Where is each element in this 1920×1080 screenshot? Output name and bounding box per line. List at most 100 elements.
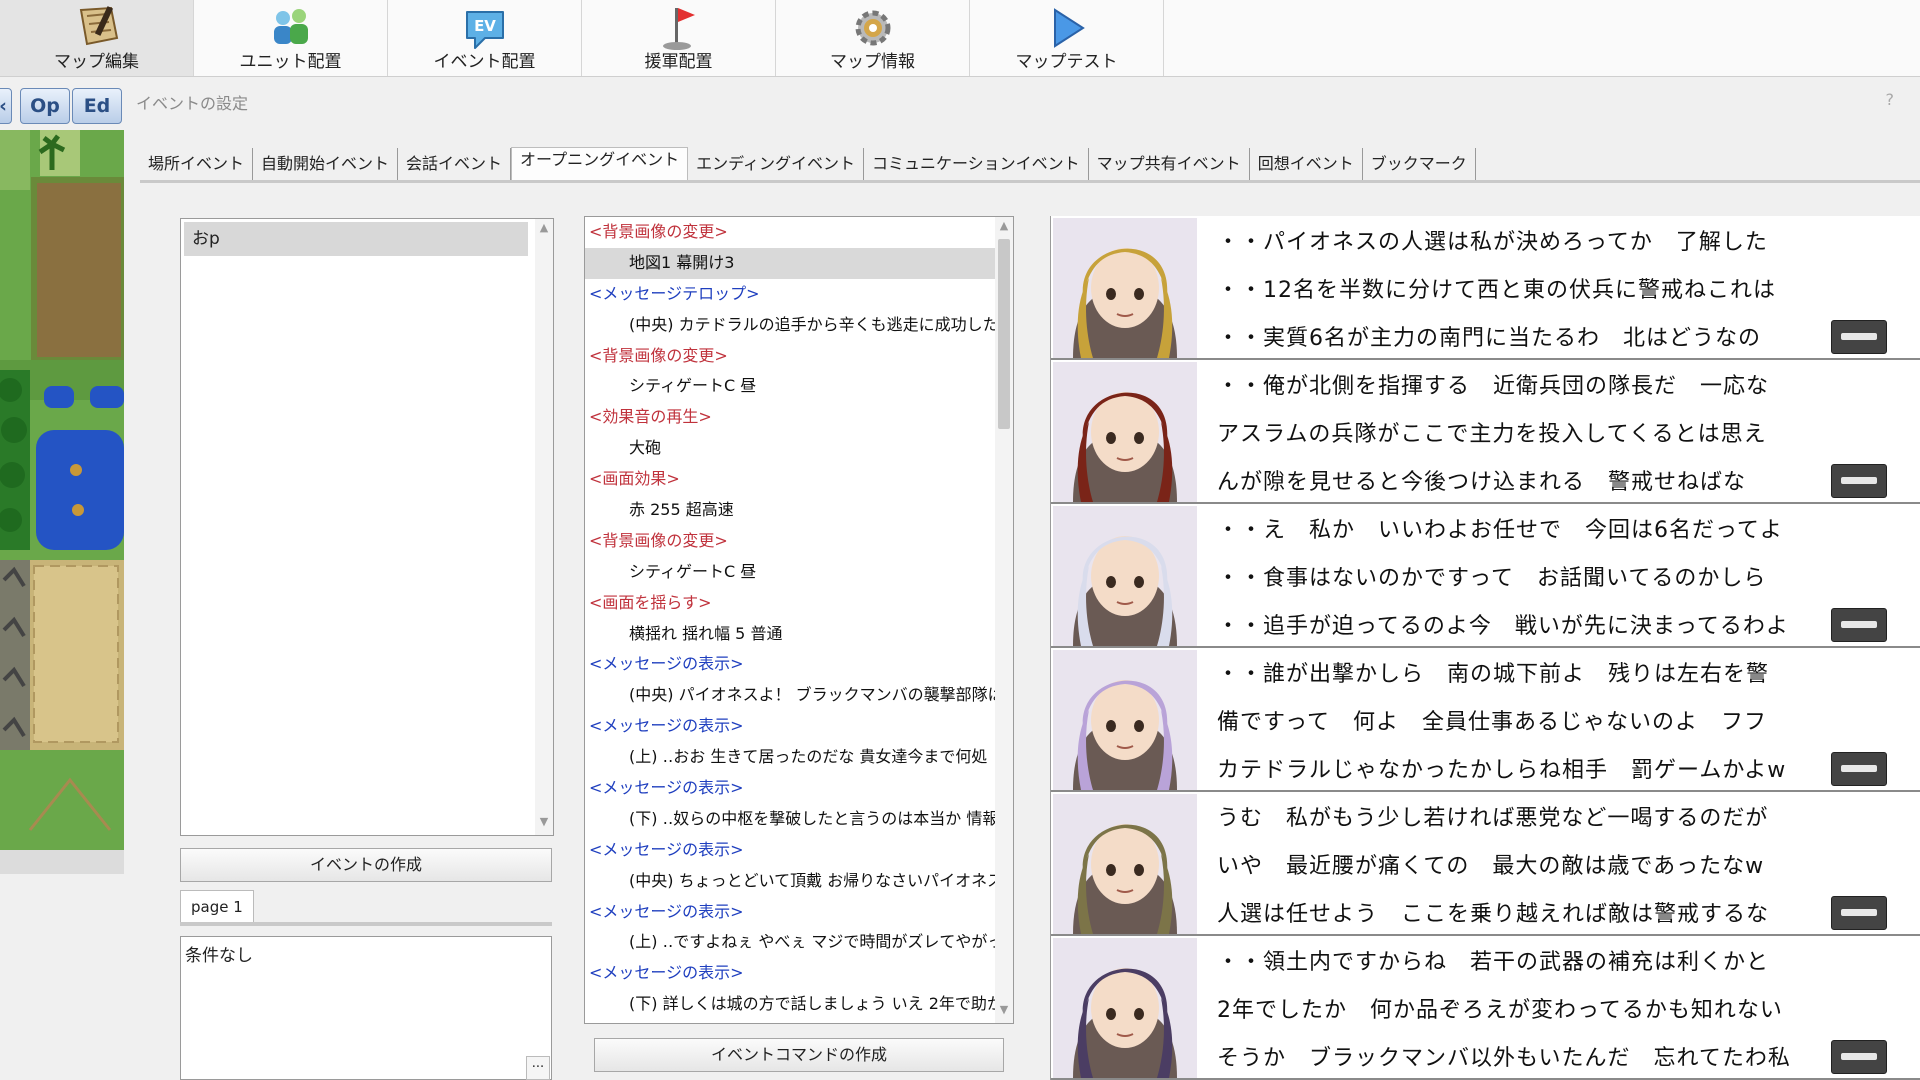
command-header-row[interactable]: <メッセージの表示> bbox=[585, 835, 995, 866]
top-toolbar: マップ編集 ユニット配置 EV イベント配置 援軍配置 マップ情報 マップテスト bbox=[0, 0, 1920, 77]
event-settings-panel: イベントの設定 ? 場所イベント 自動開始イベント 会話イベント オープニングイ… bbox=[124, 80, 1920, 1080]
message-line: ・・12名を半数に分けて西と東の伏兵に警戒ねこれは bbox=[1217, 278, 1776, 303]
command-detail-row[interactable]: (下) 詳しくは城の方で話しましょう いえ 2年で助かっ bbox=[585, 989, 995, 1020]
message-line: いや 最近腰が痛くての 最大の敵は歳であったなw bbox=[1217, 854, 1765, 879]
tab-opening-event[interactable]: オープニングイベント bbox=[511, 147, 689, 180]
message-line: ・・誰が出撃かしら 南の城下前よ 残りは左右を警 bbox=[1217, 662, 1770, 687]
tab-page-1[interactable]: page 1 bbox=[180, 890, 254, 923]
scroll-down-icon[interactable]: ▼ bbox=[535, 815, 553, 833]
gear-icon bbox=[855, 10, 890, 46]
message-line: うむ 私がもう少し若ければ悪党など一喝するのだが bbox=[1217, 806, 1769, 831]
command-header-row[interactable]: <効果音の再生> bbox=[585, 402, 995, 433]
message-line: ・・実質6名が主力の南門に当たるわ 北はどうなの bbox=[1217, 326, 1761, 351]
svg-text:EV: EV bbox=[474, 17, 496, 35]
toolbar-event-placement-button[interactable]: EV イベント配置 bbox=[388, 0, 582, 76]
tab-location-event[interactable]: 場所イベント bbox=[140, 148, 254, 180]
message-next-button[interactable] bbox=[1831, 608, 1887, 642]
message-next-button[interactable] bbox=[1831, 896, 1887, 930]
command-header-row[interactable]: <メッセージの表示> bbox=[585, 711, 995, 742]
tab-map-common-event[interactable]: マップ共有イベント bbox=[1089, 148, 1250, 180]
message-row[interactable]: ・・領土内ですからね 若干の武器の補充は利くかと 2年でしたか 何か品ぞろえが変わ… bbox=[1051, 936, 1920, 1080]
event-list-scrollbar[interactable]: ▲ ▼ bbox=[535, 219, 553, 835]
tab-talk-event[interactable]: 会話イベント bbox=[398, 148, 512, 180]
conditions-text: 条件なし bbox=[185, 946, 253, 966]
back-button[interactable]: ‹ bbox=[0, 88, 12, 124]
message-next-button[interactable] bbox=[1831, 752, 1887, 786]
command-detail-row[interactable]: 地図1 幕開け3 bbox=[585, 247, 995, 279]
event-list[interactable]: おp ▲ ▼ bbox=[180, 218, 554, 836]
toolbar-reinforcement-button[interactable]: 援軍配置 bbox=[582, 0, 776, 76]
toolbar-label: イベント配置 bbox=[433, 52, 536, 72]
map-scroll-icon bbox=[79, 6, 118, 46]
message-line: ・・パイオネスの人選は私が決めろってか 了解した bbox=[1217, 230, 1768, 255]
message-line: ・・え 私か いいわよお任せで 今回は6名だってよ bbox=[1217, 518, 1783, 543]
command-detail-row[interactable]: (中央) ちょっとどいて頂戴 お帰りなさいパイオネス 遅 bbox=[585, 866, 995, 897]
conditions-more-button[interactable]: ... bbox=[526, 1056, 550, 1080]
command-header-row[interactable]: <画面効果> bbox=[585, 464, 995, 495]
ending-ed-button[interactable]: Ed bbox=[72, 88, 122, 124]
tab-bookmark[interactable]: ブックマーク bbox=[1363, 148, 1476, 180]
command-header-row[interactable]: <メッセージの表示> bbox=[585, 649, 995, 680]
event-ev-icon: EV bbox=[465, 11, 504, 49]
tab-recollection-event[interactable]: 回想イベント bbox=[1250, 148, 1363, 180]
command-detail-row[interactable]: (上) ‥おお 生きて居ったのだな 貴女達今まで何処 bbox=[585, 742, 995, 773]
create-event-button[interactable]: イベントの作成 bbox=[180, 848, 552, 882]
command-header-row[interactable]: <メッセージの表示> bbox=[585, 958, 995, 989]
toolbar-map-test-button[interactable]: マップテスト bbox=[970, 0, 1164, 76]
message-row[interactable]: ・・パイオネスの人選は私が決めろってか 了解した ・・12名を半数に分けて西と東の… bbox=[1051, 216, 1920, 360]
scroll-down-icon[interactable]: ▼ bbox=[995, 1003, 1013, 1021]
event-list-item-selected[interactable]: おp bbox=[184, 222, 528, 256]
command-detail-row[interactable]: (下) ‥奴らの中枢を撃破したと言うのは本当か 情報 bbox=[585, 804, 995, 835]
command-detail-row[interactable]: シティゲートC 昼 bbox=[585, 557, 995, 588]
command-detail-row[interactable]: 大砲 bbox=[585, 433, 995, 464]
message-row[interactable]: ・・え 私か いいわよお任せで 今回は6名だってよ ・・食事はないのかですって お… bbox=[1051, 504, 1920, 648]
command-header-row[interactable]: <メッセージの表示> bbox=[585, 773, 995, 804]
command-header-row[interactable]: <背景画像の変更> bbox=[585, 341, 995, 372]
message-row[interactable]: ・・俺が北側を指揮する 近衛兵団の隊長だ 一応な アスラムの兵隊がここで主力を投入… bbox=[1051, 360, 1920, 504]
tab-ending-event[interactable]: エンディングイベント bbox=[688, 148, 864, 180]
tab-communication-event[interactable]: コミュニケーションイベント bbox=[864, 148, 1089, 180]
message-line: 備ですって 何よ 全員仕事あるじゃないのよ フフ bbox=[1217, 710, 1768, 735]
message-line: カテドラルじゃなかったかしらね相手 罰ゲームかよw bbox=[1217, 758, 1787, 783]
message-line: ・・追手が迫ってるのよ今 戦いが先に決まってるわよ bbox=[1217, 614, 1789, 639]
message-line: 人選は任せよう ここを乗り越えれば敵は警戒するな bbox=[1217, 902, 1770, 927]
command-list-scrollbar[interactable]: ▲ ▼ bbox=[995, 217, 1013, 1023]
command-header-row[interactable]: <画面を揺らす> bbox=[585, 588, 995, 619]
create-event-command-button[interactable]: イベントコマンドの作成 bbox=[594, 1038, 1004, 1072]
toolbar-unit-placement-button[interactable]: ユニット配置 bbox=[194, 0, 388, 76]
scroll-up-icon[interactable]: ▲ bbox=[995, 219, 1013, 237]
message-line: んが隙を見せると今後つけ込まれる 警戒せねばな bbox=[1217, 470, 1747, 495]
command-detail-row[interactable]: 横揺れ 揺れ幅 5 普通 bbox=[585, 619, 995, 650]
command-detail-row[interactable]: (上) ‥ですよねぇ やべぇ マジで時間がズレてやがっ bbox=[585, 927, 995, 958]
toolbar-map-edit-button[interactable]: マップ編集 bbox=[0, 0, 194, 76]
command-detail-row[interactable]: シティゲートC 昼 bbox=[585, 371, 995, 402]
lavender-haired-girl-portrait bbox=[1053, 650, 1197, 790]
message-row[interactable]: ・・誰が出撃かしら 南の城下前よ 残りは左右を警 備ですって 何よ 全員仕事あるじ… bbox=[1051, 648, 1920, 792]
map-hscrollbar[interactable] bbox=[0, 850, 124, 874]
event-command-list[interactable]: <背景画像の変更> 地図1 幕開け3 <メッセージテロップ> (中央) カテドラルの追… bbox=[584, 216, 1014, 1024]
map-preview[interactable] bbox=[0, 130, 124, 850]
message-next-button[interactable] bbox=[1831, 1040, 1887, 1074]
panel-title: イベントの設定 bbox=[136, 94, 249, 113]
old-bearded-man-portrait bbox=[1053, 794, 1197, 934]
toolbar-map-info-button[interactable]: マップ情報 bbox=[776, 0, 970, 76]
command-header-row[interactable]: <メッセージテロップ> bbox=[585, 279, 995, 310]
scroll-thumb[interactable] bbox=[998, 239, 1010, 429]
command-header-row[interactable]: <背景画像の変更> bbox=[585, 217, 995, 248]
opening-op-button[interactable]: Op bbox=[20, 88, 70, 124]
scroll-up-icon[interactable]: ▲ bbox=[535, 221, 553, 239]
toolbar-label: ユニット配置 bbox=[239, 52, 342, 72]
tab-auto-start-event[interactable]: 自動開始イベント bbox=[253, 148, 399, 180]
command-detail-row[interactable]: (中央) カテドラルの追手から辛くも逃走に成功したパイ bbox=[585, 310, 995, 341]
toolbar-label: 援軍配置 bbox=[644, 52, 713, 72]
help-button[interactable]: ? bbox=[1886, 90, 1895, 109]
message-next-button[interactable] bbox=[1831, 464, 1887, 498]
command-detail-row[interactable]: 赤 255 超高速 bbox=[585, 495, 995, 526]
command-detail-row[interactable]: (中央) パイオネスよ！ ブラックマンバの襲撃部隊は途 bbox=[585, 680, 995, 711]
message-row[interactable]: うむ 私がもう少し若ければ悪党など一喝するのだが いや 最近腰が痛くての 最大の敵… bbox=[1051, 792, 1920, 936]
toolbar-label: マップ編集 bbox=[54, 52, 139, 72]
command-header-row[interactable]: <背景画像の変更> bbox=[585, 526, 995, 557]
message-next-button[interactable] bbox=[1831, 320, 1887, 354]
command-header-row[interactable]: <メッセージの表示> bbox=[585, 897, 995, 928]
conditions-box[interactable]: 条件なし bbox=[180, 936, 552, 1080]
